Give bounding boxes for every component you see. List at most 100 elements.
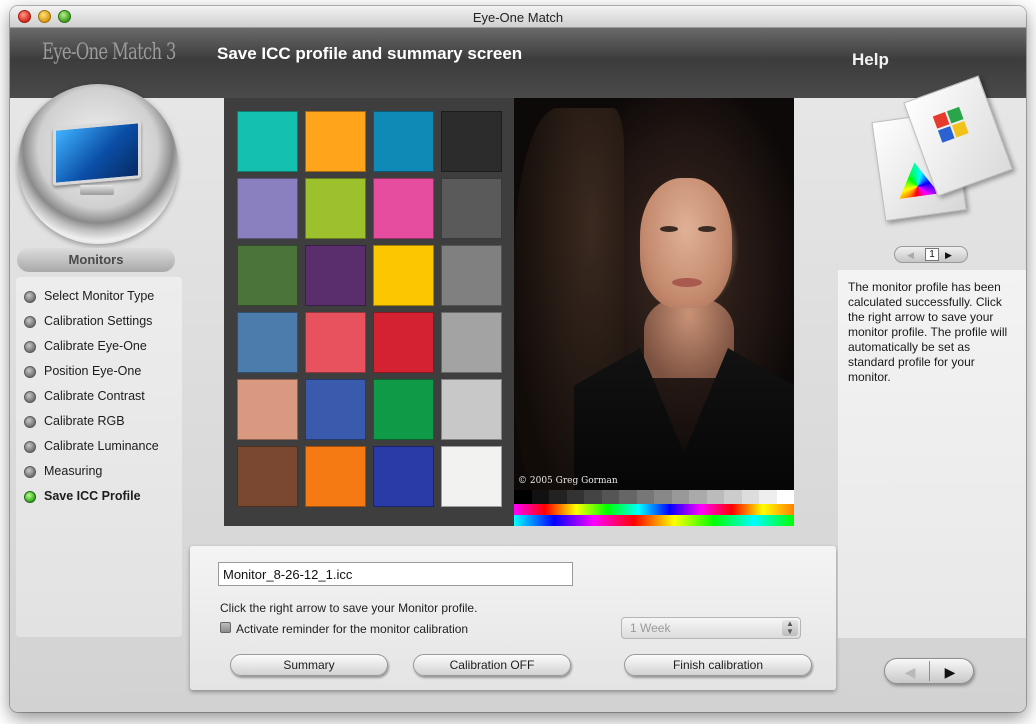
color-patch [305,446,366,507]
color-patch [305,178,366,239]
color-patch [441,178,502,239]
step-list: Select Monitor Type Calibration Settings C… [16,277,182,637]
photo-face [640,178,732,308]
sidebar-step-label: Calibrate Eye-One [44,339,147,353]
color-patch [373,312,434,373]
save-hint-text: Click the right arrow to save your Monit… [220,601,478,615]
step-indicator-icon [24,316,36,328]
monitors-section-tab[interactable]: Monitors [17,248,175,272]
rainbow-strip-top [514,504,794,515]
step-indicator-icon [24,341,36,353]
color-patch [373,111,434,172]
step-indicator-icon [24,391,36,403]
color-patch [441,111,502,172]
monitor-stand-graphic [80,185,114,195]
color-patch [305,111,366,172]
color-patch [237,178,298,239]
portrait-photo: © 2005 Greg Gorman [514,98,794,526]
title-bar: Eye-One Match [10,6,1026,28]
help-documents-icon [868,75,1013,226]
help-text: The monitor profile has been calculated … [848,280,1008,384]
gray-step [549,490,567,504]
help-pager: ◀ 1 ▶ [894,246,968,263]
reminder-checkbox-label: Activate reminder for the monitor calibr… [236,622,469,636]
window-title: Eye-One Match [472,10,564,25]
step-indicator-icon [24,441,36,453]
color-patch [305,312,366,373]
color-patch [237,379,298,440]
sidebar-step-label: Select Monitor Type [44,289,155,303]
help-prev-page-icon[interactable]: ◀ [907,250,914,261]
gray-step [689,490,707,504]
sidebar-step-label: Calibrate Contrast [44,389,145,403]
gray-step [584,490,602,504]
color-patch [441,379,502,440]
sidebar-step-label: Calibrate Luminance [44,439,159,453]
step-indicator-icon [24,466,36,478]
color-patch [441,312,502,373]
monitor-screen-graphic [53,120,141,186]
previous-step-button[interactable]: ◀ [895,662,925,682]
photo-eye-left [660,226,678,232]
sidebar-step-label: Save ICC Profile [44,489,141,503]
page-title: Save ICC profile and summary screen [217,44,523,63]
step-indicator-icon [24,366,36,378]
gray-step [531,490,549,504]
gray-step [759,490,777,504]
select-arrows-icon: ▲ ▼ [782,620,798,636]
color-patch [441,446,502,507]
help-title: Help [852,50,889,69]
color-grid-cell [952,120,969,138]
app-logo: Eye-One Match 3 [42,40,176,65]
gray-step [566,490,584,504]
color-patch [237,111,298,172]
color-patch [373,245,434,306]
profile-filename-input[interactable] [218,562,573,586]
gray-step [514,490,532,504]
sidebar-step-label: Measuring [44,464,103,478]
color-patch [305,379,366,440]
gray-step [654,490,672,504]
photo-copyright: © 2005 Greg Gorman [518,476,618,486]
gray-step [776,490,794,504]
rainbow-strip-bottom [514,515,794,526]
help-next-page-icon[interactable]: ▶ [945,250,952,261]
app-window: Eye-One Match Eye-One Match 3 Save ICC p… [10,6,1026,712]
color-patch [373,446,434,507]
sidebar-step-label: Calibration Settings [44,314,153,328]
sidebar-step-label: Position Eye-One [44,364,142,378]
step-indicator-icon [24,416,36,428]
summary-button[interactable]: Summary [230,654,388,676]
color-patch [373,178,434,239]
color-checker-chart [224,98,514,526]
gray-step [741,490,759,504]
color-patch [441,245,502,306]
color-patch [237,245,298,306]
color-grid-cell [937,126,955,143]
sidebar-step-label: Calibrate RGB [44,414,125,428]
active-step-indicator-icon [24,491,36,503]
monitor-icon [18,84,178,244]
calibration-off-button[interactable]: Calibration OFF [413,654,571,676]
gray-step [601,490,619,504]
nav-divider [929,661,930,681]
gray-step [671,490,689,504]
color-patch [237,312,298,373]
step-navigation: ◀ ▶ [884,658,974,684]
reminder-checkbox[interactable] [220,622,231,633]
color-patch [237,446,298,507]
next-step-button[interactable]: ▶ [935,662,965,682]
gray-step [724,490,742,504]
help-panel: The monitor profile has been calculated … [838,270,1026,638]
preview-panel: © 2005 Greg Gorman [224,98,794,526]
photo-eye-right [698,226,716,232]
finish-calibration-button[interactable]: Finish calibration [624,654,812,676]
color-patch [305,245,366,306]
save-profile-panel: Click the right arrow to save your Monit… [190,546,836,690]
gray-ramp-strip [514,490,794,504]
photo-lips [672,278,702,287]
gray-step [706,490,724,504]
color-grid-icon [932,106,969,143]
gray-step [636,490,654,504]
reminder-interval-select[interactable]: 1 Week ▲ ▼ [621,617,801,639]
